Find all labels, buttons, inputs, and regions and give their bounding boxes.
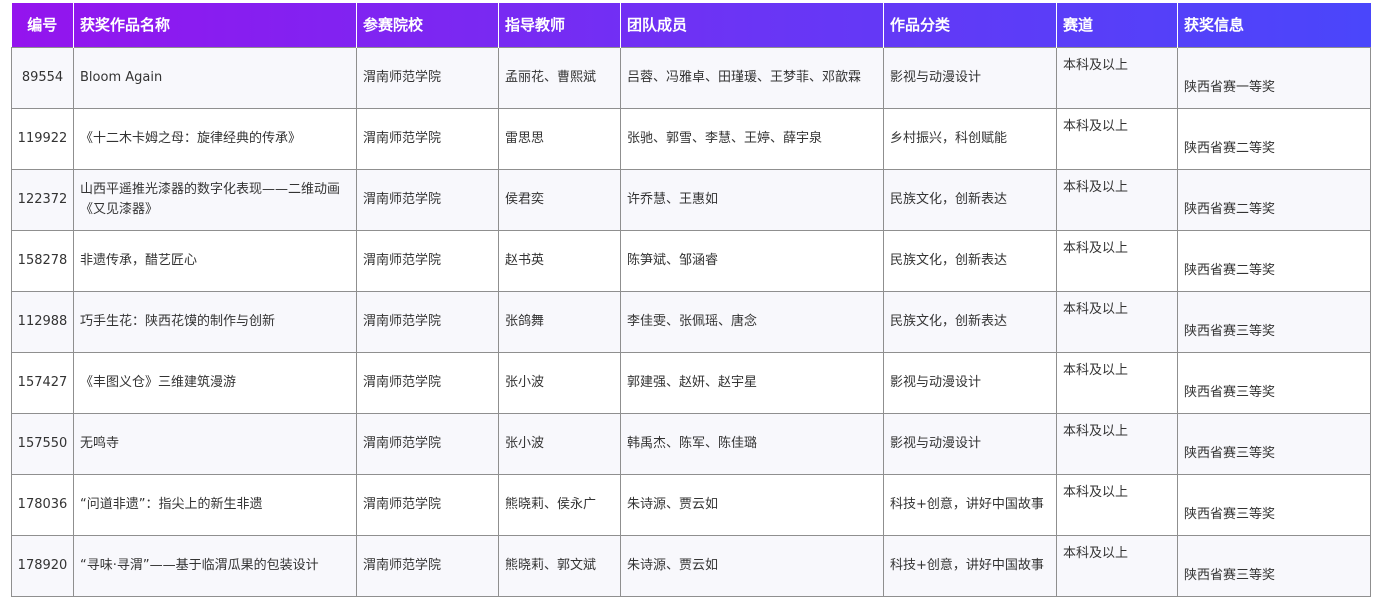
cell-award: 陕西省赛三等奖 — [1177, 351, 1371, 414]
cell-members: 许乔慧、王惠如 — [620, 168, 884, 231]
cell-track: 本科及以上 — [1056, 351, 1178, 414]
header-award: 获奖信息 — [1184, 16, 1245, 35]
header-teacher: 指导教师 — [498, 3, 621, 47]
cell-school: 渭南师范学院 — [356, 412, 499, 475]
cell-track: 本科及以上 — [1056, 290, 1178, 353]
cell-award: 陕西省赛二等奖 — [1177, 229, 1371, 292]
cell-teacher: 熊晓莉、郭文斌 — [498, 534, 621, 597]
cell-track: 本科及以上 — [1056, 412, 1178, 475]
awards-table: 编号 获奖作品名称 参赛院校 指导教师 团队成员 作品分类 赛道 获奖信息 89… — [11, 3, 1371, 597]
cell-track: 本科及以上 — [1056, 168, 1178, 231]
cell-id: 157427 — [11, 351, 74, 414]
cell-award: 陕西省赛二等奖 — [1177, 107, 1371, 170]
cell-work: 巧手生花：陕西花馍的制作与创新 — [73, 290, 357, 353]
cell-category: 乡村振兴，科创赋能 — [883, 107, 1057, 170]
cell-id: 112988 — [11, 290, 74, 353]
cell-category: 民族文化，创新表达 — [883, 229, 1057, 292]
cell-school: 渭南师范学院 — [356, 534, 499, 597]
table-row: 178920 “寻味·寻渭”——基于临渭瓜果的包装设计 渭南师范学院 熊晓莉、郭… — [11, 534, 1371, 597]
cell-school: 渭南师范学院 — [356, 168, 499, 231]
cell-track: 本科及以上 — [1056, 229, 1178, 292]
cell-members: 张驰、郭雪、李慧、王婷、薛宇泉 — [620, 107, 884, 170]
cell-id: 119922 — [11, 107, 74, 170]
cell-category: 影视与动漫设计 — [883, 351, 1057, 414]
cell-school: 渭南师范学院 — [356, 473, 499, 536]
table-row: 89554 Bloom Again 渭南师范学院 孟丽花、曹熙斌 吕蓉、冯雅卓、… — [11, 46, 1371, 109]
cell-id: 158278 — [11, 229, 74, 292]
cell-school: 渭南师范学院 — [356, 351, 499, 414]
cell-work: 《十二木卡姆之母：旋律经典的传承》 — [73, 107, 357, 170]
cell-work: 无鸣寺 — [73, 412, 357, 475]
cell-id: 178920 — [11, 534, 74, 597]
cell-id: 178036 — [11, 473, 74, 536]
header-track: 赛道 — [1056, 3, 1178, 47]
table-body: 89554 Bloom Again 渭南师范学院 孟丽花、曹熙斌 吕蓉、冯雅卓、… — [11, 46, 1371, 597]
cell-school: 渭南师范学院 — [356, 107, 499, 170]
cell-award: 陕西省赛三等奖 — [1177, 534, 1371, 597]
cell-teacher: 孟丽花、曹熙斌 — [498, 46, 621, 109]
cell-category: 影视与动漫设计 — [883, 412, 1057, 475]
cell-award: 陕西省赛二等奖 — [1177, 168, 1371, 231]
cell-members: 李佳雯、张佩瑶、唐念 — [620, 290, 884, 353]
cell-members: 吕蓉、冯雅卓、田瑾瑗、王梦菲、邓歆霖 — [620, 46, 884, 109]
table-row: 157550 无鸣寺 渭南师范学院 张小波 韩禹杰、陈军、陈佳璐 影视与动漫设计… — [11, 412, 1371, 475]
cell-id: 89554 — [11, 46, 74, 109]
cell-school: 渭南师范学院 — [356, 290, 499, 353]
cell-work: 非遗传承，醋艺匠心 — [73, 229, 357, 292]
cell-category: 科技+创意，讲好中国故事 — [883, 534, 1057, 597]
cell-work: 《丰图义仓》三维建筑漫游 — [73, 351, 357, 414]
cell-id: 122372 — [11, 168, 74, 231]
cell-track: 本科及以上 — [1056, 46, 1178, 109]
cell-teacher: 张小波 — [498, 351, 621, 414]
cell-work: 山西平遥推光漆器的数字化表现——二维动画《又见漆器》 — [73, 168, 357, 231]
cell-work: “寻味·寻渭”——基于临渭瓜果的包装设计 — [73, 534, 357, 597]
table-row: 112988 巧手生花：陕西花馍的制作与创新 渭南师范学院 张鸽舞 李佳雯、张佩… — [11, 290, 1371, 353]
cell-teacher: 张鸽舞 — [498, 290, 621, 353]
header-work: 获奖作品名称 — [73, 3, 357, 47]
header-id: 编号 — [11, 3, 74, 47]
table-row: 157427 《丰图义仓》三维建筑漫游 渭南师范学院 张小波 郭建强、赵妍、赵宇… — [11, 351, 1371, 414]
cell-award: 陕西省赛三等奖 — [1177, 290, 1371, 353]
cell-category: 民族文化，创新表达 — [883, 290, 1057, 353]
cell-category: 影视与动漫设计 — [883, 46, 1057, 109]
table-row: 178036 “问道非遗”：指尖上的新生非遗 渭南师范学院 熊晓莉、侯永广 朱诗… — [11, 473, 1371, 536]
cell-id: 157550 — [11, 412, 74, 475]
cell-award: 陕西省赛三等奖 — [1177, 412, 1371, 475]
cell-award: 陕西省赛一等奖 — [1177, 46, 1371, 109]
cell-work: Bloom Again — [73, 46, 357, 109]
table-row: 158278 非遗传承，醋艺匠心 渭南师范学院 赵书英 陈笋斌、邹涵睿 民族文化… — [11, 229, 1371, 292]
header-school: 参赛院校 — [356, 3, 499, 47]
cell-category: 科技+创意，讲好中国故事 — [883, 473, 1057, 536]
table-header-row: 编号 获奖作品名称 参赛院校 指导教师 团队成员 作品分类 赛道 获奖信息 — [11, 3, 1371, 47]
header-category: 作品分类 — [883, 3, 1057, 47]
cell-members: 韩禹杰、陈军、陈佳璐 — [620, 412, 884, 475]
cell-award: 陕西省赛三等奖 — [1177, 473, 1371, 536]
cell-school: 渭南师范学院 — [356, 229, 499, 292]
cell-members: 朱诗源、贾云如 — [620, 534, 884, 597]
cell-track: 本科及以上 — [1056, 534, 1178, 597]
table-row: 122372 山西平遥推光漆器的数字化表现——二维动画《又见漆器》 渭南师范学院… — [11, 168, 1371, 231]
cell-track: 本科及以上 — [1056, 473, 1178, 536]
cell-work: “问道非遗”：指尖上的新生非遗 — [73, 473, 357, 536]
cell-teacher: 赵书英 — [498, 229, 621, 292]
cell-members: 郭建强、赵妍、赵宇星 — [620, 351, 884, 414]
awards-table-container: 编号 获奖作品名称 参赛院校 指导教师 团队成员 作品分类 赛道 获奖信息 89… — [11, 3, 1371, 597]
cell-track: 本科及以上 — [1056, 107, 1178, 170]
cell-teacher: 侯君奕 — [498, 168, 621, 231]
cell-teacher: 熊晓莉、侯永广 — [498, 473, 621, 536]
cell-teacher: 雷思思 — [498, 107, 621, 170]
cell-category: 民族文化，创新表达 — [883, 168, 1057, 231]
table-row: 119922 《十二木卡姆之母：旋律经典的传承》 渭南师范学院 雷思思 张驰、郭… — [11, 107, 1371, 170]
cell-teacher: 张小波 — [498, 412, 621, 475]
cell-members: 陈笋斌、邹涵睿 — [620, 229, 884, 292]
header-members: 团队成员 — [620, 3, 884, 47]
cell-members: 朱诗源、贾云如 — [620, 473, 884, 536]
cell-school: 渭南师范学院 — [356, 46, 499, 109]
